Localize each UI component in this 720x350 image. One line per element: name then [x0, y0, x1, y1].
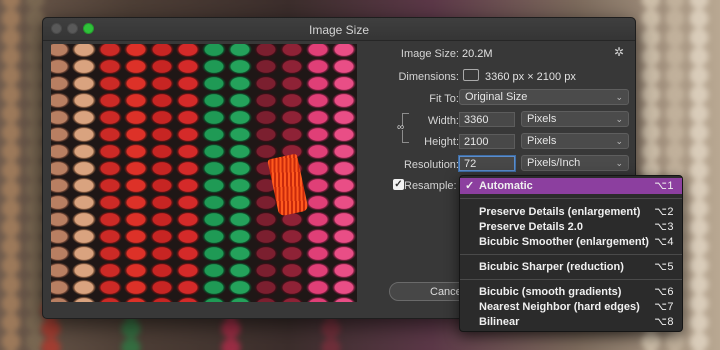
height-field[interactable]: 2100 [459, 134, 515, 149]
menu-item-bicubic-smoother[interactable]: Bicubic Smoother (enlargement) ⌥4 [460, 234, 682, 250]
menu-separator [460, 279, 682, 280]
resolution-unit-select[interactable]: Pixels/Inch ⌄ [521, 155, 629, 171]
menu-item-label: Nearest Neighbor (hard edges) [479, 301, 640, 313]
checkmark-icon: ✓ [465, 180, 475, 192]
width-unit-select[interactable]: Pixels ⌄ [521, 111, 629, 127]
resample-checkbox[interactable]: ✓ [393, 179, 404, 190]
window-title: Image Size [308, 23, 370, 37]
menu-item-label: Bicubic Sharper (reduction) [479, 261, 624, 273]
menu-item-nearest-neighbor[interactable]: Nearest Neighbor (hard edges) ⌥7 [460, 299, 682, 315]
menu-separator [460, 254, 682, 255]
menu-item-shortcut: ⌥6 [654, 286, 674, 298]
menu-item-label: Bilinear [479, 316, 520, 328]
image-size-label: Image Size: [400, 48, 459, 60]
image-preview[interactable] [51, 44, 357, 302]
dimensions-value: 3360 px × 2100 px [485, 71, 576, 83]
menu-item-shortcut: ⌥2 [654, 206, 674, 218]
menu-item-bicubic-sharper[interactable]: Bicubic Sharper (reduction) ⌥5 [460, 259, 682, 275]
menu-item-label: Bicubic (smooth gradients) [479, 286, 622, 298]
height-unit-select[interactable]: Pixels ⌄ [521, 133, 629, 149]
width-field[interactable]: 3360 [459, 112, 515, 127]
height-unit-value: Pixels [527, 135, 557, 147]
menu-item-label: Preserve Details (enlargement) [479, 206, 641, 218]
width-label: Width: [427, 115, 459, 127]
menu-item-shortcut: ⌥1 [654, 180, 674, 192]
menu-item-bilinear[interactable]: Bilinear ⌥8 [460, 314, 682, 330]
chevron-updown-icon: ⌄ [615, 92, 623, 102]
menu-item-bicubic[interactable]: Bicubic (smooth gradients) ⌥6 [460, 284, 682, 300]
height-label: Height: [424, 136, 459, 148]
menu-item-label: Bicubic Smoother (enlargement) [479, 236, 649, 248]
menu-item-preserve-details-2[interactable]: Preserve Details 2.0 ⌥3 [460, 219, 682, 235]
resolution-unit-value: Pixels/Inch [527, 157, 581, 169]
menu-item-label: Automatic [479, 180, 533, 192]
resolution-label: Resolution: [403, 159, 459, 171]
chevron-updown-icon: ⌄ [615, 158, 623, 168]
image-size-value: 20.2M [462, 48, 493, 60]
fit-to-select[interactable]: Original Size ⌄ [459, 89, 629, 105]
title-bar[interactable]: Image Size [43, 18, 635, 41]
menu-item-preserve-details[interactable]: Preserve Details (enlargement) ⌥2 [460, 204, 682, 220]
menu-item-shortcut: ⌥5 [654, 261, 674, 273]
dimensions-label: Dimensions: [398, 71, 459, 83]
chevron-updown-icon: ⌄ [615, 136, 623, 146]
resample-label: Resample: [404, 180, 457, 192]
menu-item-shortcut: ⌥3 [654, 221, 674, 233]
gear-icon[interactable]: ✲ [614, 45, 624, 59]
menu-item-shortcut: ⌥7 [654, 301, 674, 313]
menu-separator [460, 198, 682, 199]
menu-item-automatic[interactable]: ✓ Automatic ⌥1 [460, 178, 682, 194]
resolution-field[interactable]: 72 [459, 156, 515, 171]
menu-item-shortcut: ⌥8 [654, 316, 674, 328]
fit-to-label: Fit To: [429, 93, 459, 105]
menu-item-label: Preserve Details 2.0 [479, 221, 583, 233]
chevron-updown-icon: ⌄ [615, 114, 623, 124]
dimensions-icon[interactable] [463, 69, 479, 81]
menu-item-shortcut: ⌥4 [654, 236, 674, 248]
resample-menu: ✓ Automatic ⌥1 Preserve Details (enlarge… [459, 175, 683, 332]
fit-to-value: Original Size [465, 91, 528, 103]
width-unit-value: Pixels [527, 113, 557, 125]
